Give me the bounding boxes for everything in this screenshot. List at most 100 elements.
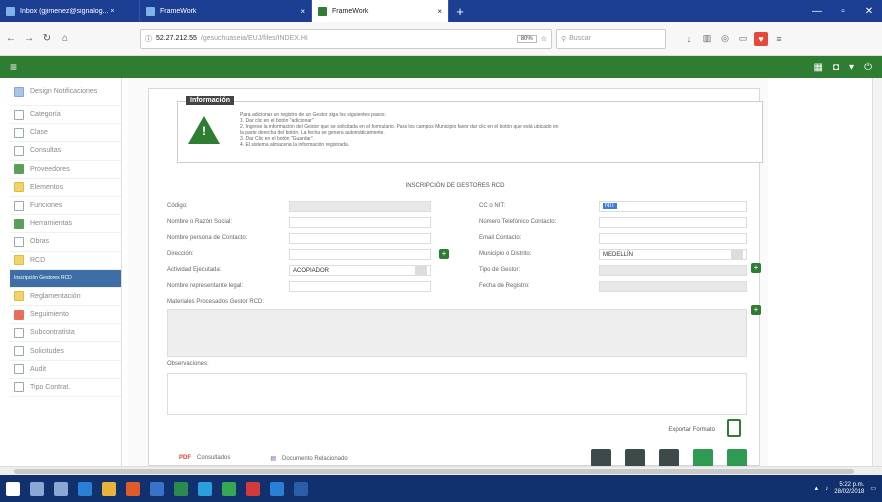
sidebar-item-clase[interactable]: Clase bbox=[10, 124, 121, 143]
reload-icon[interactable]: ↻ bbox=[40, 32, 54, 46]
excel-export-icon[interactable] bbox=[727, 419, 741, 437]
materiales-textarea[interactable] bbox=[167, 309, 747, 357]
email-input[interactable] bbox=[599, 233, 747, 244]
library-icon[interactable]: ▥ bbox=[700, 32, 714, 46]
sidebar-item-obras[interactable]: Obras bbox=[10, 233, 121, 252]
sync-icon[interactable]: ◎ bbox=[718, 32, 732, 46]
sidebar-item-label: Clase bbox=[30, 129, 48, 137]
new-tab-button[interactable]: + bbox=[449, 0, 471, 22]
nombre-contacto-input[interactable] bbox=[289, 233, 431, 244]
tab-label: Inbox (gjimenez@signalog... × bbox=[20, 7, 115, 15]
consultados-link[interactable]: PDF Consultados bbox=[179, 455, 230, 462]
sidebar-item-categoria[interactable]: Categoría bbox=[10, 106, 121, 125]
edit-record-button[interactable] bbox=[625, 449, 645, 467]
home-icon[interactable]: ⌂ bbox=[58, 32, 72, 46]
sidebar-item-tipo-contrat[interactable]: Tipo Contrat. bbox=[10, 379, 121, 397]
sidebar-item-design-notificaciones[interactable]: Design Notificaciones bbox=[10, 78, 121, 106]
close-window-icon[interactable]: ✕ bbox=[856, 0, 882, 22]
municipio-search-button[interactable]: + bbox=[751, 263, 761, 273]
firefox-icon[interactable] bbox=[126, 481, 140, 496]
save-button[interactable] bbox=[693, 449, 713, 467]
notifications-icon[interactable]: ▭ bbox=[870, 485, 876, 492]
sidebar-item-funciones[interactable]: Funciones bbox=[10, 197, 121, 216]
add-button[interactable] bbox=[727, 449, 747, 467]
sidebar-item-reglamentacion[interactable]: Reglamentación bbox=[10, 288, 121, 307]
sidebar-item-proveedores[interactable]: Proveedores bbox=[10, 161, 121, 179]
hamburger-menu-icon[interactable]: ≡ bbox=[10, 60, 17, 74]
reader-icon[interactable]: ▭ bbox=[736, 32, 750, 46]
zoom-level[interactable]: 80% bbox=[516, 34, 537, 43]
export-format-label: Exportar Formato bbox=[668, 427, 715, 433]
browser-tab-framework-1[interactable]: FrameWork × bbox=[140, 0, 312, 22]
sidebar-item-inscripcion-gestores[interactable]: Inscripción Gestores RCD bbox=[10, 269, 121, 288]
cc-nit-input[interactable]: NIT bbox=[599, 201, 747, 212]
sidebar-item-subcontratista[interactable]: Subcontratista bbox=[10, 324, 121, 343]
direccion-add-button[interactable]: + bbox=[439, 249, 449, 259]
sidebar-item-elementos[interactable]: Elementos bbox=[10, 179, 121, 197]
browser-tab-inbox[interactable]: Inbox (gjimenez@signalog... × bbox=[0, 0, 140, 22]
sidebar-item-solicitudes[interactable]: Solicitudes bbox=[10, 342, 121, 361]
scrollbar-thumb[interactable] bbox=[14, 469, 854, 474]
search-icon[interactable] bbox=[30, 481, 44, 496]
clock-date: 28/02/2018 bbox=[834, 488, 865, 495]
representante-input[interactable] bbox=[289, 281, 431, 292]
info-icon: ⓘ bbox=[145, 35, 152, 43]
chat-icon[interactable] bbox=[222, 481, 236, 496]
windows-start-icon[interactable] bbox=[6, 481, 20, 496]
close-icon[interactable]: × bbox=[300, 7, 305, 16]
pocket-icon[interactable]: ♥ bbox=[754, 31, 768, 46]
new-record-button[interactable] bbox=[591, 449, 611, 467]
bookmark-icon[interactable]: ☆ bbox=[541, 35, 547, 43]
task-view-icon[interactable] bbox=[54, 481, 68, 496]
label-direccion: Dirección: bbox=[167, 251, 194, 257]
power-icon[interactable]: ⏻ bbox=[864, 62, 872, 73]
volume-icon[interactable]: ♪ bbox=[825, 486, 828, 492]
excel-icon[interactable] bbox=[174, 481, 188, 496]
municipio-select[interactable]: MEDELLÍN bbox=[599, 249, 747, 260]
skype-icon[interactable] bbox=[198, 481, 212, 496]
sidebar-item-rcd[interactable]: RCD bbox=[10, 252, 121, 270]
observaciones-textarea[interactable] bbox=[167, 373, 747, 415]
sidebar-item-herramientas[interactable]: Herramientas bbox=[10, 215, 121, 234]
telefono-input[interactable] bbox=[599, 217, 747, 228]
search-record-button[interactable] bbox=[659, 449, 679, 467]
maximize-icon[interactable]: ▫ bbox=[830, 0, 856, 22]
user-icon[interactable]: ◘ bbox=[833, 62, 839, 73]
clock[interactable]: 5:22 p.m. 28/02/2018 bbox=[834, 482, 864, 496]
address-bar[interactable]: ⓘ 52.27.212.55/gesuchuaseia/EUJ/files/IN… bbox=[140, 28, 552, 49]
clock-time: 5:22 p.m. bbox=[839, 481, 865, 488]
page-vertical-scrollbar[interactable] bbox=[872, 78, 882, 466]
sidebar-item-audit[interactable]: Audit bbox=[10, 361, 121, 379]
actividad-select[interactable]: ACOPIADOR bbox=[289, 265, 431, 276]
filter-icon[interactable]: ▾ bbox=[849, 62, 854, 73]
sidebar-item-consultas[interactable]: Consultas bbox=[10, 142, 121, 161]
calculator-icon[interactable]: ▦ bbox=[814, 62, 823, 73]
menu-icon[interactable]: ≡ bbox=[772, 32, 786, 46]
browser-tab-strip: Inbox (gjimenez@signalog... × FrameWork … bbox=[0, 0, 882, 22]
pdf-icon: PDF bbox=[179, 455, 191, 461]
network-icon[interactable]: ▲ bbox=[813, 486, 819, 492]
minimize-icon[interactable]: — bbox=[804, 0, 830, 22]
search-placeholder: Buscar bbox=[569, 35, 591, 42]
toolbar-icons: ↓ ▥ ◎ ▭ ♥ ≡ bbox=[682, 31, 786, 46]
close-icon[interactable]: × bbox=[437, 7, 442, 16]
nombre-razon-input[interactable] bbox=[289, 217, 431, 228]
materiales-add-button[interactable]: + bbox=[751, 305, 761, 315]
browser-tab-framework-2[interactable]: FrameWork × bbox=[312, 0, 449, 22]
word-icon[interactable] bbox=[150, 481, 164, 496]
app-icon[interactable] bbox=[270, 481, 284, 496]
edge-icon[interactable] bbox=[78, 481, 92, 496]
explorer-icon[interactable] bbox=[102, 481, 116, 496]
download-icon[interactable]: ↓ bbox=[682, 32, 696, 46]
terminal-icon[interactable] bbox=[294, 481, 308, 496]
sidebar-item-seguimiento[interactable]: Seguimiento bbox=[10, 306, 121, 325]
back-icon[interactable]: ← bbox=[4, 32, 18, 46]
pdf-reader-icon[interactable] bbox=[246, 481, 260, 496]
horizontal-scrollbar[interactable] bbox=[0, 466, 882, 475]
browser-search-input[interactable]: ⚲ Buscar bbox=[556, 28, 666, 49]
documento-link[interactable]: ▤ Documento Relacionado bbox=[270, 455, 347, 462]
forward-icon[interactable]: → bbox=[22, 32, 36, 46]
sidebar-item-label: Inscripción Gestores RCD bbox=[14, 275, 72, 282]
direccion-input[interactable] bbox=[289, 249, 431, 260]
info-title: Información bbox=[186, 96, 235, 105]
